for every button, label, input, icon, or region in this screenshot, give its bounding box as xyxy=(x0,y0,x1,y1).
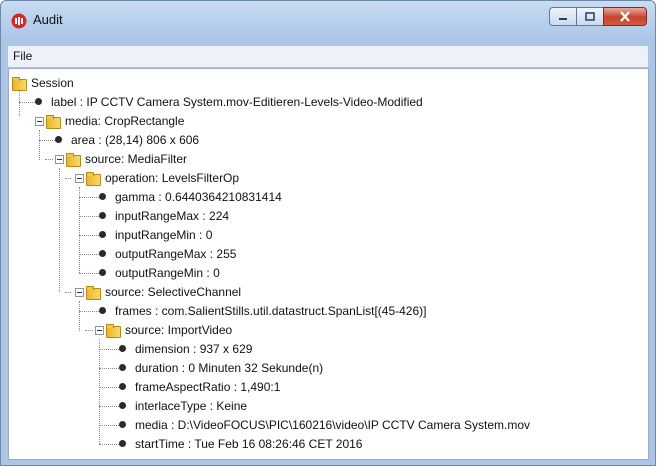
node-label: source: MediaFilter xyxy=(85,151,188,166)
tree-leaf-outputrangemin[interactable]: outputRangeMin : 0 xyxy=(95,263,220,282)
close-icon xyxy=(620,11,630,22)
folder-icon xyxy=(105,322,121,338)
menu-bar: File xyxy=(8,46,648,68)
menu-file[interactable]: File xyxy=(13,49,32,63)
node-label: source: SelectiveChannel xyxy=(105,284,242,299)
audit-window: Audit File Session label: IP CCTV Camer… xyxy=(0,0,656,466)
tree-line xyxy=(19,102,20,116)
node-label: frameAspectRatio : 1,490:1 xyxy=(135,379,281,394)
minimize-icon xyxy=(559,17,567,20)
bullet-icon xyxy=(95,189,111,205)
tree-line xyxy=(79,301,80,331)
maximize-button[interactable] xyxy=(576,7,603,26)
bullet-icon xyxy=(51,132,67,148)
tree-leaf-area[interactable]: area : (28,14) 806 x 606 xyxy=(51,130,199,149)
tree-line xyxy=(99,339,100,444)
bullet-icon xyxy=(115,379,131,395)
node-label: media : D:\VideoFOCUS\PIC\160216\video\I… xyxy=(135,417,531,432)
node-label: startTime : Tue Feb 16 08:26:46 CET 2016 xyxy=(135,436,363,451)
tree-node-source-mediafilter[interactable]: source: MediaFilter xyxy=(51,149,187,168)
tree-leaf-frameaspectratio[interactable]: frameAspectRatio : 1,490:1 xyxy=(115,377,280,396)
bullet-icon xyxy=(95,303,111,319)
bullet-icon xyxy=(95,246,111,262)
tree-node-source-selectivechannel[interactable]: source: SelectiveChannel xyxy=(71,282,241,301)
maximize-icon xyxy=(585,12,595,21)
node-label: interlaceType : Keine xyxy=(135,398,248,413)
tree-panel: Session label : IP CCTV Camera System.mo… xyxy=(8,68,649,460)
tree-leaf-media-path[interactable]: media : D:\VideoFOCUS\PIC\160216\video\I… xyxy=(115,415,530,434)
app-icon xyxy=(11,13,27,29)
tree-node-media[interactable]: media: CropRectangle xyxy=(31,111,184,130)
folder-icon xyxy=(85,170,101,186)
tree-line xyxy=(79,187,80,273)
bullet-icon xyxy=(115,436,131,452)
bullet-icon xyxy=(95,265,111,281)
node-label: source: ImportVideo xyxy=(125,322,233,337)
node-label: dimension : 937 x 629 xyxy=(135,341,253,356)
window-title: Audit xyxy=(33,12,63,27)
tree-leaf-inputrangemin[interactable]: inputRangeMin : 0 xyxy=(95,225,212,244)
node-label: gamma : 0.6440364210831414 xyxy=(115,189,282,204)
tree-leaf-gamma[interactable]: gamma : 0.6440364210831414 xyxy=(95,187,282,206)
tree-leaf-frames[interactable]: frames : com.SalientStills.util.datastru… xyxy=(95,301,426,320)
caption-buttons xyxy=(549,7,647,26)
tree-leaf-starttime[interactable]: startTime : Tue Feb 16 08:26:46 CET 2016 xyxy=(115,434,362,453)
folder-icon xyxy=(11,75,27,91)
tree-leaf-duration[interactable]: duration : 0 Minuten 32 Sekunde(n) xyxy=(115,358,323,377)
tree-leaf-dimension[interactable]: dimension : 937 x 629 xyxy=(115,339,252,358)
tree-leaf-interlacetype[interactable]: interlaceType : Keine xyxy=(115,396,247,415)
tree-leaf-label[interactable]: label : IP CCTV Camera System.mov-Editie… xyxy=(31,92,423,111)
node-label: outputRangeMin : 0 xyxy=(115,265,220,280)
bullet-icon xyxy=(31,94,47,110)
tree-leaf-outputrangemax[interactable]: outputRangeMax : 255 xyxy=(95,244,236,263)
bullet-icon xyxy=(95,227,111,243)
node-label: label : IP CCTV Camera System.mov-Editie… xyxy=(51,94,423,109)
close-button[interactable] xyxy=(603,7,647,26)
node-label: inputRangeMin : 0 xyxy=(115,227,213,242)
tree-line xyxy=(59,168,60,292)
bullet-icon xyxy=(115,398,131,414)
node-label: inputRangeMax : 224 xyxy=(115,208,230,223)
node-label: Session xyxy=(31,75,74,90)
node-label: operation: LevelsFilterOp xyxy=(105,170,240,185)
title-bar[interactable]: Audit xyxy=(1,1,655,41)
bullet-icon xyxy=(115,360,131,376)
folder-icon xyxy=(45,113,61,129)
node-label: duration : 0 Minuten 32 Sekunde(n) xyxy=(135,360,324,375)
tree-line xyxy=(19,91,20,102)
minimize-button[interactable] xyxy=(549,7,576,26)
node-label: area : (28,14) 806 x 606 xyxy=(71,132,200,147)
tree-line xyxy=(39,130,40,160)
bullet-icon xyxy=(95,208,111,224)
node-label: media: CropRectangle xyxy=(65,113,185,128)
node-label: outputRangeMax : 255 xyxy=(115,246,237,261)
tree-node-source-importvideo[interactable]: source: ImportVideo xyxy=(91,320,232,339)
tree-leaf-inputrangemax[interactable]: inputRangeMax : 224 xyxy=(95,206,229,225)
bullet-icon xyxy=(115,417,131,433)
tree-node-operation[interactable]: operation: LevelsFilterOp xyxy=(71,168,239,187)
folder-icon xyxy=(65,151,81,167)
bullet-icon xyxy=(115,341,131,357)
node-label: frames : com.SalientStills.util.datastru… xyxy=(115,303,427,318)
tree-node-session[interactable]: Session xyxy=(11,73,74,92)
folder-icon xyxy=(85,284,101,300)
